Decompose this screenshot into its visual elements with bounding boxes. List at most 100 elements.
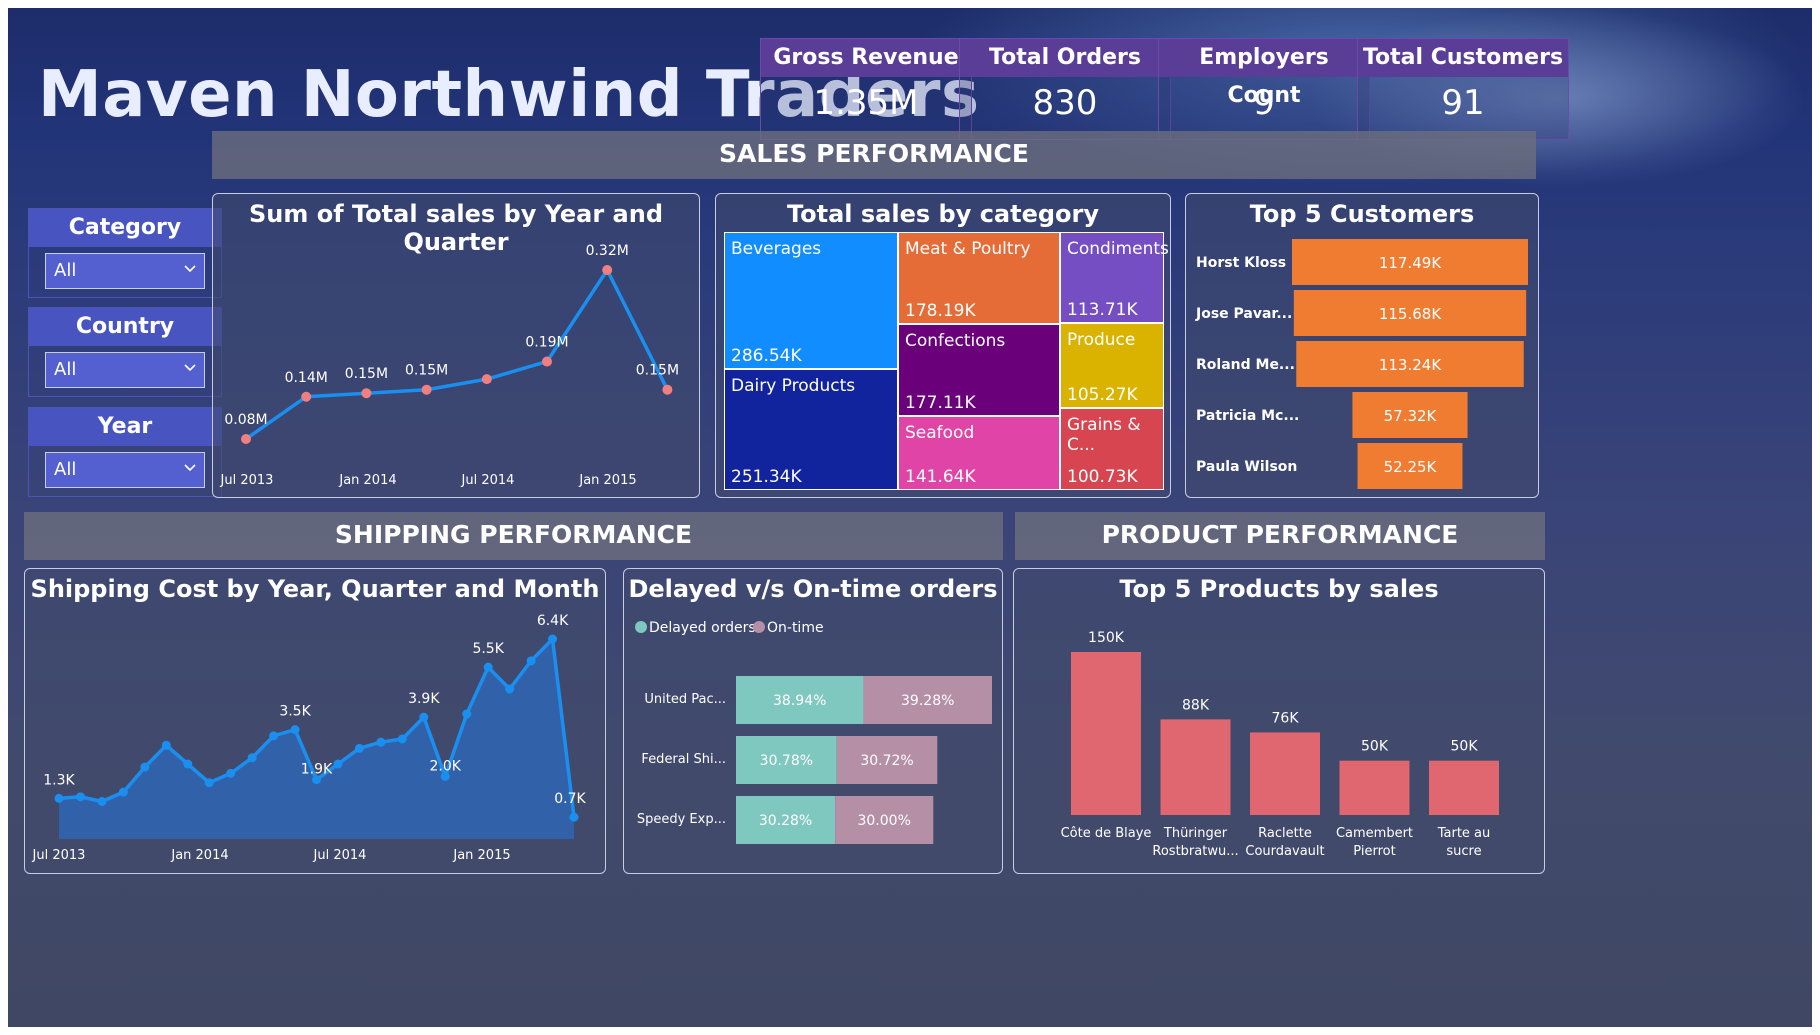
- section-shipping-performance: SHIPPING PERFORMANCE: [24, 512, 1003, 560]
- treemap-category: Confections: [905, 331, 1006, 351]
- x-tick-label: Jan 2015: [452, 848, 510, 863]
- treemap-cell[interactable]: Meat & Poultry 178.19K: [898, 232, 1060, 324]
- top-products-chart: 150K Côte de Blaye 88K Thüringer Rostbratwu.…: [1061, 630, 1499, 859]
- dashboard-canvas: Maven Northwind Traders Gross Revenue 1.3…: [8, 8, 1812, 1027]
- ontime-value: 39.28%: [901, 693, 954, 709]
- slicer-value: All: [54, 459, 77, 480]
- shipping-point: [419, 712, 429, 722]
- shipping-data-label: 3.5K: [279, 704, 311, 720]
- shipping-data-label: 6.4K: [537, 613, 569, 629]
- treemap-cell[interactable]: Confections 177.11K: [898, 324, 1060, 416]
- product-name: Pierrot: [1353, 844, 1395, 859]
- product-value: 76K: [1272, 710, 1300, 726]
- slicer-label: Category: [29, 209, 221, 247]
- treemap-value: 251.34K: [731, 467, 802, 487]
- sales-data-label: 0.19M: [525, 335, 568, 351]
- shipping-point: [397, 734, 407, 744]
- product-name: Côte de Blaye: [1061, 826, 1152, 841]
- kpi-card: Gross Revenue 1.35M: [760, 38, 972, 140]
- product-value: 150K: [1088, 630, 1125, 646]
- top-customers-chart: Horst Kloss 117.49K Jose Pavar... 115.68K Ro…: [1195, 239, 1528, 489]
- treemap-cell[interactable]: Seafood 141.64K: [898, 416, 1060, 490]
- chevron-down-icon[interactable]: [184, 462, 196, 474]
- chevron-down-icon[interactable]: [184, 362, 196, 374]
- treemap-category: Produce: [1067, 330, 1136, 350]
- ontime-value: 30.00%: [857, 813, 910, 829]
- product-bar: [1071, 652, 1141, 815]
- customer-value: 52.25K: [1384, 458, 1438, 476]
- delayed-value: 30.78%: [760, 753, 813, 769]
- sales-point: [241, 434, 251, 444]
- shipping-data-label: 5.5K: [472, 641, 504, 657]
- shipping-point: [290, 725, 300, 735]
- treemap-category: Condiments: [1067, 239, 1169, 259]
- carrier-name: Federal Shi...: [641, 752, 726, 767]
- treemap-value: 286.54K: [731, 346, 802, 366]
- carrier-name: United Pac...: [644, 692, 726, 707]
- treemap-cell[interactable]: Produce 105.27K: [1060, 323, 1164, 408]
- product-name: sucre: [1446, 844, 1481, 859]
- treemap-cell[interactable]: Condiments 113.71K: [1060, 232, 1169, 323]
- slicer-category: Category All: [28, 208, 222, 298]
- sales-data-label: 0.08M: [224, 412, 267, 428]
- slicer-value: All: [54, 359, 77, 380]
- treemap-category: Grains & C...: [1067, 415, 1141, 455]
- shipping-data-label: 2.0K: [430, 759, 462, 775]
- chevron-down-icon[interactable]: [184, 263, 196, 275]
- product-bar: [1339, 760, 1410, 815]
- slicer-dropdown[interactable]: All: [45, 352, 205, 388]
- slicer-country: Country All: [28, 307, 222, 397]
- x-tick-label: Jul 2013: [220, 473, 274, 488]
- kpi-value: 91: [1441, 83, 1485, 123]
- sales-point: [361, 388, 372, 399]
- shipping-point: [161, 740, 171, 750]
- shipping-point: [376, 737, 386, 747]
- product-name: Thüringer: [1163, 826, 1228, 841]
- kpi-label: Total Customers: [1358, 39, 1568, 77]
- treemap-value: 100.73K: [1067, 467, 1138, 487]
- customer-value: 115.68K: [1379, 305, 1442, 323]
- shipping-point: [269, 731, 279, 741]
- slicer-dropdown[interactable]: All: [45, 452, 205, 488]
- product-name: Tarte au: [1437, 826, 1491, 841]
- treemap-cell[interactable]: Dairy Products 251.34K: [724, 369, 898, 490]
- sales-data-label: 0.14M: [285, 370, 328, 386]
- delayed-value: 38.94%: [773, 693, 826, 709]
- treemap-cell[interactable]: Grains & C... 100.73K: [1060, 408, 1164, 490]
- x-tick-label: Jan 2014: [170, 848, 228, 863]
- customer-name: Paula Wilson: [1196, 459, 1297, 475]
- shipping-point: [140, 762, 150, 772]
- treemap-value: 178.19K: [905, 301, 976, 321]
- treemap-category: Meat & Poultry: [905, 239, 1031, 259]
- legend-label: Delayed orders: [649, 620, 756, 636]
- sales-data-label: 0.15M: [345, 366, 388, 382]
- kpi-label: Gross Revenue: [761, 39, 971, 77]
- shipping-point: [204, 778, 214, 788]
- delayed-ontime-chart: Delayed orders On-time United Pac... 38.94%…: [635, 620, 992, 844]
- delayed-value: 30.28%: [759, 813, 812, 829]
- product-value: 88K: [1182, 697, 1210, 713]
- section-product-performance: PRODUCT PERFORMANCE: [1015, 512, 1545, 560]
- delayed-ontime-panel: Delayed v/s On-time orders Delayed order…: [623, 568, 1003, 874]
- shipping-data-label: 3.9K: [408, 691, 440, 707]
- shipping-point: [247, 753, 257, 763]
- customer-value: 113.24K: [1379, 356, 1442, 374]
- sales-point: [421, 384, 432, 395]
- sales-by-category-treemap: Beverages 286.54K Dairy Products 251.34K Mea…: [724, 232, 1169, 490]
- treemap-value: 141.64K: [905, 467, 976, 487]
- x-tick-label: Jul 2014: [461, 473, 515, 488]
- shipping-point: [54, 793, 64, 803]
- shipping-point: [75, 792, 85, 802]
- sales-point: [481, 374, 492, 385]
- product-name: Camembert: [1336, 826, 1413, 841]
- shipping-data-label: 1.3K: [43, 772, 75, 788]
- slicer-dropdown[interactable]: All: [45, 253, 205, 289]
- sales-point: [602, 265, 613, 275]
- shipping-point: [462, 709, 472, 719]
- shipping-data-label: 0.7K: [554, 791, 586, 807]
- carrier-name: Speedy Exp...: [637, 812, 726, 827]
- treemap-value: 105.27K: [1067, 385, 1138, 405]
- sales-point: [301, 391, 312, 402]
- treemap-cell[interactable]: Beverages 286.54K: [724, 232, 898, 369]
- legend-label: On-time: [767, 620, 824, 636]
